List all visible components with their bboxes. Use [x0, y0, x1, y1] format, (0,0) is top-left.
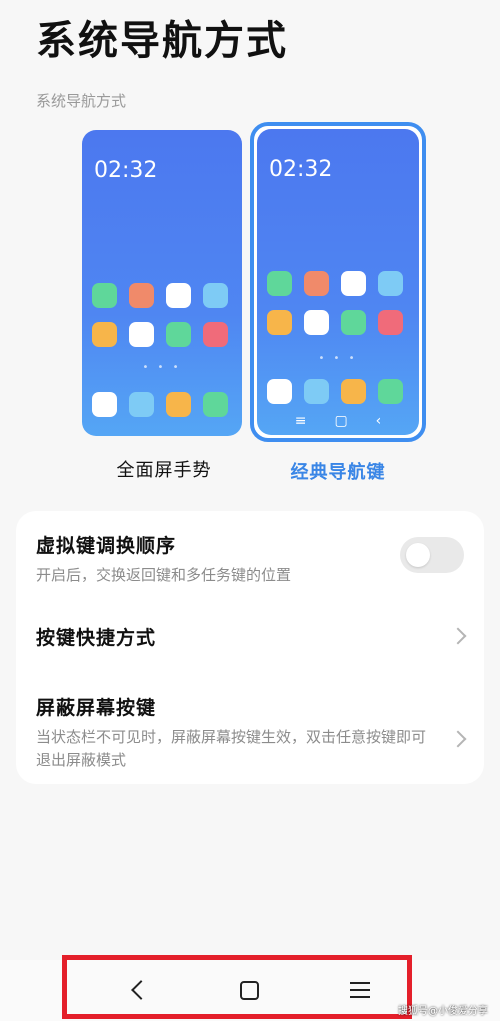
- option-label-classic: 经典导航键: [290, 462, 386, 483]
- app-icon: [341, 271, 366, 296]
- app-icon: [166, 322, 191, 347]
- toggle-knob: [406, 543, 430, 567]
- option-gesture[interactable]: 02:32 • • • 全面屏手势: [76, 122, 252, 482]
- setting-shortcuts[interactable]: 按键快捷方式: [36, 623, 467, 650]
- app-icon: [304, 379, 329, 404]
- classic-preview[interactable]: 02:32 • • • ≡ ▢ ‹: [257, 129, 419, 435]
- app-icon: [378, 310, 403, 335]
- option-label-gesture: 全面屏手势: [116, 460, 212, 481]
- preview-time: 02:32: [94, 158, 158, 183]
- app-icon: [166, 283, 191, 308]
- app-icon: [92, 322, 117, 347]
- swap-keys-toggle[interactable]: [400, 537, 464, 573]
- nav-highlight-box: [62, 955, 412, 1019]
- watermark: 搜狐号@小俊爱分享: [398, 1006, 488, 1017]
- mini-menu-icon: ≡: [294, 413, 307, 429]
- app-icon: [203, 322, 228, 347]
- mini-back-icon: ‹: [375, 413, 382, 429]
- app-icon: [129, 283, 154, 308]
- app-icon: [378, 379, 403, 404]
- app-icon: [341, 310, 366, 335]
- app-icon: [129, 322, 154, 347]
- mini-home-icon: ▢: [334, 413, 348, 429]
- dock-apps: [92, 392, 228, 417]
- page-dots: • • •: [142, 362, 182, 373]
- app-icon: [92, 283, 117, 308]
- selected-frame: 02:32 • • • ≡ ▢ ‹: [250, 122, 426, 442]
- settings-card: 虚拟键调换顺序 开启后，交换返回键和多任务键的位置 按键快捷方式 屏蔽屏幕按键 …: [16, 511, 484, 784]
- app-icon: [166, 392, 191, 417]
- app-icon: [267, 379, 292, 404]
- page-dots: • • •: [318, 353, 358, 364]
- app-icon: [304, 271, 329, 296]
- app-icon: [378, 271, 403, 296]
- chevron-right-icon: [449, 730, 467, 748]
- preview-time: 02:32: [269, 157, 333, 182]
- setting-block-keys[interactable]: 屏蔽屏幕按键 当状态栏不可见时，屏蔽屏幕按键生效，双击任意按键即可退出屏蔽模式: [36, 693, 467, 772]
- app-icon: [267, 271, 292, 296]
- dock-apps: [267, 379, 403, 404]
- setting-title: 按键快捷方式: [36, 627, 157, 649]
- setting-subtitle: 开启后，交换返回键和多任务键的位置: [36, 566, 292, 584]
- app-icon: [129, 392, 154, 417]
- app-icon: [341, 379, 366, 404]
- app-icon: [203, 392, 228, 417]
- app-icon: [267, 310, 292, 335]
- gesture-preview[interactable]: 02:32 • • •: [82, 130, 242, 436]
- app-grid: [92, 283, 228, 347]
- app-icon: [304, 310, 329, 335]
- setting-title: 屏蔽屏幕按键: [36, 697, 157, 719]
- app-icon: [92, 392, 117, 417]
- mini-nav-bar: ≡ ▢ ‹: [257, 413, 419, 429]
- section-label: 系统导航方式: [36, 92, 127, 110]
- option-classic[interactable]: 02:32 • • • ≡ ▢ ‹ 经典导航键: [250, 122, 426, 484]
- app-icon: [203, 283, 228, 308]
- app-grid: [267, 271, 403, 335]
- setting-swap-keys[interactable]: 虚拟键调换顺序 开启后，交换返回键和多任务键的位置: [36, 531, 464, 587]
- page-title: 系统导航方式: [36, 18, 288, 64]
- setting-subtitle: 当状态栏不可见时，屏蔽屏幕按键生效，双击任意按键即可退出屏蔽模式: [36, 728, 427, 769]
